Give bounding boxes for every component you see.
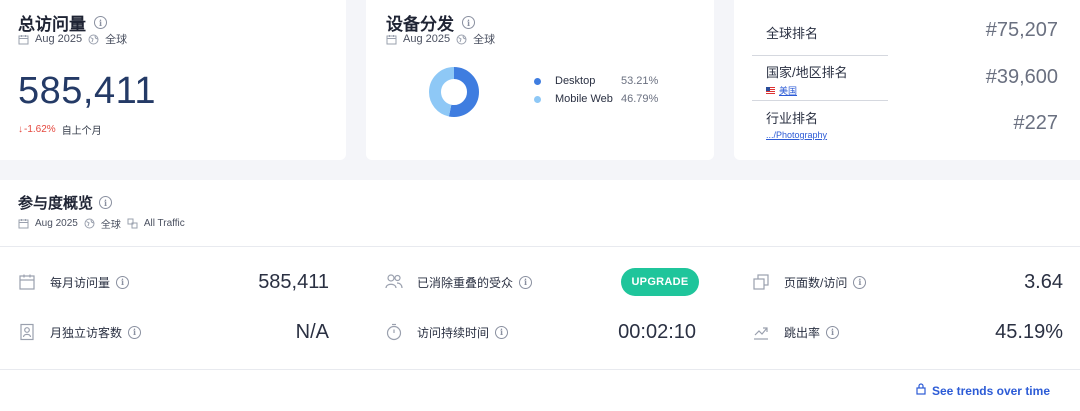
traffic-source-icon xyxy=(127,218,138,229)
see-trends-label: See trends over time xyxy=(931,383,1050,398)
metric-pages-per-visit: 页面数/访问 i xyxy=(752,273,867,291)
engagement-title: 参与度概览 xyxy=(18,195,94,212)
stopwatch-icon xyxy=(385,323,403,341)
info-icon[interactable]: i xyxy=(99,196,113,209)
calendar-icon xyxy=(386,34,397,45)
unique-visitors-value: N/A xyxy=(295,321,329,343)
industry-rank-row: 行业排名 .../Photography #227 xyxy=(766,108,1058,140)
metric-label: 每月访问量 i xyxy=(50,274,130,291)
us-flag-icon xyxy=(766,87,775,94)
info-icon[interactable]: i xyxy=(826,325,840,339)
legend-item-mobile-web: Mobile Web 46.79% xyxy=(534,93,658,105)
engagement-title-row: 参与度概览 i xyxy=(18,192,113,213)
see-trends-link[interactable]: See trends over time xyxy=(916,383,1050,398)
metric-monthly-visits: 每月访问量 i xyxy=(18,273,130,291)
device-distribution-card: 设备分发 i Aug 2025 全球 Desktop 53.21% Mobile… xyxy=(366,0,714,160)
pages-per-visit-label: 页面数/访问 xyxy=(784,275,848,290)
info-icon[interactable]: i xyxy=(462,16,475,29)
pages-per-visit-value: 3.64 xyxy=(1024,271,1063,293)
rank-divider xyxy=(752,100,888,101)
region-label: 全球 xyxy=(473,34,496,46)
change-value: -1.62% xyxy=(24,124,56,135)
industry-link-label: .../Photography xyxy=(766,130,828,140)
globe-icon xyxy=(88,34,99,45)
down-arrow-icon: ↓ xyxy=(18,124,23,135)
engagement-meta: Aug 2025 全球 All Traffic xyxy=(18,216,185,231)
total-visits-card: 总访问量 i Aug 2025 全球 585,411 ↓ -1.62% 自上个月 xyxy=(0,0,346,160)
total-visits-meta: Aug 2025 全球 xyxy=(18,31,127,47)
bounce-rate-label: 跳出率 xyxy=(784,325,821,340)
date-label: Aug 2025 xyxy=(35,218,78,229)
bounce-arrow-icon xyxy=(752,323,770,341)
industry-rank-value: #227 xyxy=(1013,112,1059,134)
region-label: 全球 xyxy=(105,34,128,46)
metric-label: 已消除重叠的受众 i xyxy=(417,274,533,291)
device-meta: Aug 2025 全球 xyxy=(386,31,495,47)
engagement-overview-section: 参与度概览 i Aug 2025 全球 All Traffic 每月访问量 i 5… xyxy=(0,180,1080,411)
global-rank-value: #75,207 xyxy=(985,19,1058,41)
calendar-icon xyxy=(18,34,29,45)
deduplicated-audience-label: 已消除重叠的受众 xyxy=(417,275,514,290)
legend-pct-desktop: 53.21% xyxy=(621,75,659,87)
country-rank-value: #39,600 xyxy=(985,66,1058,88)
unique-visitors-label: 月独立访客数 xyxy=(50,325,123,340)
region-label: 全球 xyxy=(100,220,121,231)
country-link-label: 美国 xyxy=(779,86,798,96)
global-rank-row: 全球排名 #75,207 xyxy=(766,19,1058,42)
calendar-icon xyxy=(18,273,36,291)
monthly-visits-label: 每月访问量 xyxy=(50,275,111,290)
metric-bounce-rate: 跳出率 i xyxy=(752,323,840,341)
visit-duration-label: 访问持续时间 xyxy=(417,325,490,340)
divider xyxy=(0,369,1080,370)
legend-name-desktop: Desktop xyxy=(555,75,596,87)
rankings-card: 全球排名 #75,207 国家/地区排名 美国 #39,600 行业排名 ...… xyxy=(734,0,1080,160)
metric-label: 月独立访客数 i xyxy=(50,324,142,341)
legend-dot-mobile-web xyxy=(534,95,541,103)
legend-pct-mobile-web: 46.79% xyxy=(621,93,659,105)
globe-icon xyxy=(456,34,467,45)
visit-duration-value: 00:02:10 xyxy=(618,321,696,343)
divider xyxy=(0,246,1080,247)
info-icon[interactable]: i xyxy=(853,275,867,289)
people-icon xyxy=(385,273,403,291)
metric-visit-duration: 访问持续时间 i xyxy=(385,323,509,341)
legend-item-desktop: Desktop 53.21% xyxy=(534,75,658,87)
legend-dot-desktop xyxy=(534,77,541,85)
person-badge-icon xyxy=(18,323,36,341)
legend-name-mobile-web: Mobile Web xyxy=(555,93,613,105)
metric-label: 页面数/访问 i xyxy=(784,274,867,291)
metric-label: 跳出率 i xyxy=(784,324,840,341)
bounce-rate-value: 45.19% xyxy=(995,321,1063,343)
upgrade-button[interactable]: UPGRADE xyxy=(621,268,699,296)
info-icon[interactable]: i xyxy=(495,325,509,339)
metric-deduplicated-audience: 已消除重叠的受众 i xyxy=(385,273,533,291)
change-label: 自上个月 xyxy=(61,126,102,137)
calendar-icon xyxy=(18,218,29,229)
date-label: Aug 2025 xyxy=(35,33,83,45)
rank-divider xyxy=(752,55,888,56)
monthly-visits-value: 585,411 xyxy=(258,271,329,293)
traffic-label: All Traffic xyxy=(143,218,185,229)
globe-icon xyxy=(84,218,95,229)
device-donut-chart[interactable] xyxy=(428,66,480,118)
info-icon[interactable]: i xyxy=(128,325,142,339)
pages-icon xyxy=(752,273,770,291)
info-icon[interactable]: i xyxy=(519,275,533,289)
lock-icon xyxy=(916,383,926,398)
country-rank-row: 国家/地区排名 美国 #39,600 xyxy=(766,62,1058,97)
metric-label: 访问持续时间 i xyxy=(417,324,509,341)
date-label: Aug 2025 xyxy=(403,33,451,45)
total-visits-value: 585,411 xyxy=(18,70,157,112)
info-icon[interactable]: i xyxy=(94,16,107,29)
metric-unique-visitors: 月独立访客数 i xyxy=(18,323,142,341)
info-icon[interactable]: i xyxy=(116,275,130,289)
visits-change: ↓ -1.62% 自上个月 xyxy=(18,122,102,137)
